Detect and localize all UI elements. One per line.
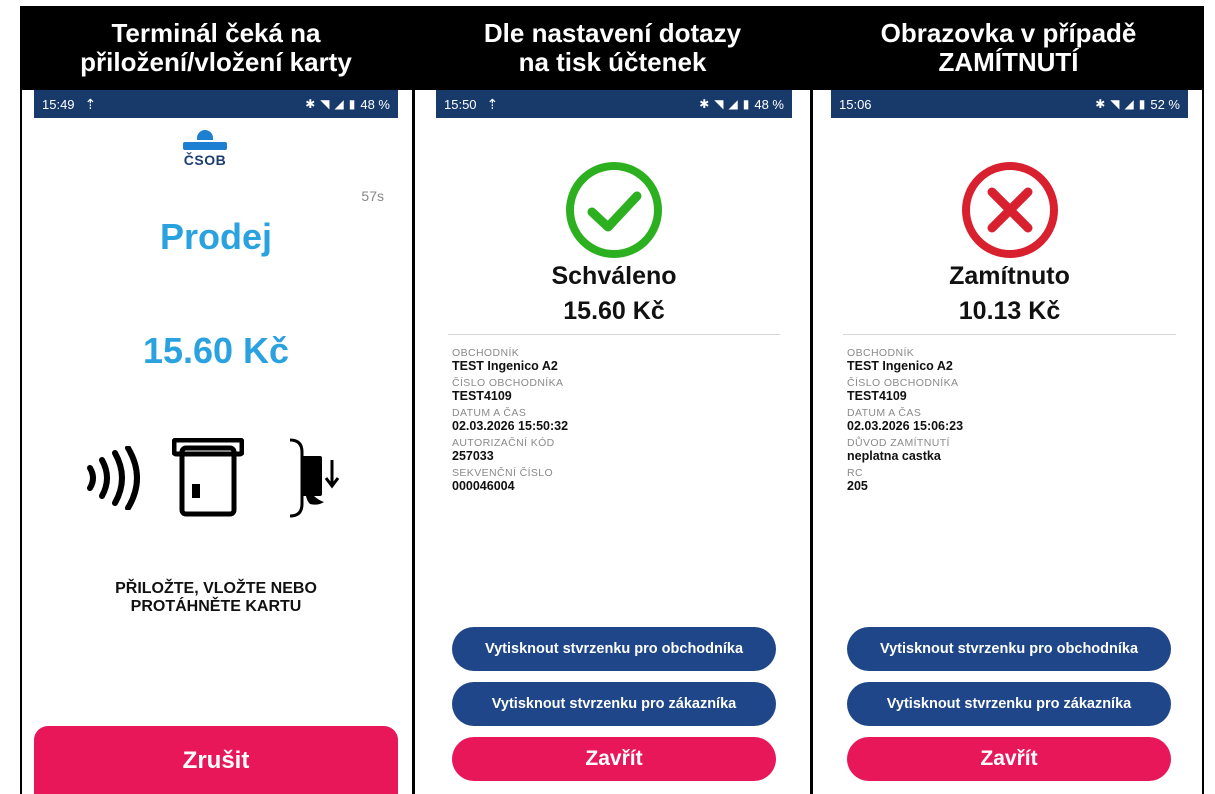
signal-icon: ◢ (334, 97, 345, 111)
header-line: Terminál čeká na (111, 18, 321, 48)
wifi-icon: ◥ (1110, 97, 1121, 111)
header-waiting-for-card: Terminál čeká na přiložení/vložení karty (20, 6, 412, 90)
header-line: ZAMÍTNUTÍ (938, 47, 1079, 77)
frame-left-border (20, 6, 22, 794)
divider (843, 334, 1176, 335)
screen-waiting-for-card: 15:49 ⇡ ✱ ◥ ◢ ▮ 48 % ČSOB 57s Prodej 15.… (34, 90, 398, 794)
csob-logo-icon: ČSOB (179, 130, 231, 170)
print-customer-receipt-button[interactable]: Vytisknout stvrzenku pro zákazníka (847, 682, 1171, 726)
print-merchant-receipt-button[interactable]: Vytisknout stvrzenku pro obchodníka (847, 627, 1171, 671)
card-methods-icons (34, 430, 398, 520)
field-value: 000046004 (452, 479, 515, 493)
field-label: OBCHODNÍK (847, 347, 915, 359)
field-value: 02.03.2026 15:50:32 (452, 419, 569, 433)
battery-percent: 52 % (1150, 96, 1180, 112)
upload-icon: ⇡ (486, 95, 499, 112)
battery-percent: 48 % (754, 96, 784, 112)
countdown-timer: 57s (361, 188, 384, 204)
field-value: TEST4109 (847, 389, 907, 403)
header-line: přiložení/vložení karty (80, 47, 352, 77)
field-label: DATUM A ČAS (452, 407, 527, 419)
field-value: 257033 (452, 449, 494, 463)
instruction-line: PŘILOŽTE, VLOŽTE NEBO (115, 580, 317, 597)
bluetooth-icon: ✱ (1095, 97, 1107, 111)
header-receipt-print: Dle nastavení dotazy na tisk účtenek (415, 6, 810, 90)
screen-declined: 15:06 ✱ ◥ ◢ ▮ 52 % Zamítnuto 10.13 Kč OB… (831, 90, 1188, 794)
battery-icon: ▮ (1138, 97, 1147, 111)
field-label: AUTORIZAČNÍ KÓD (452, 437, 555, 449)
field-label: DATUM A ČAS (847, 407, 922, 419)
header-declined: Obrazovka v případě ZAMÍTNUTÍ (813, 6, 1204, 90)
field-label: RC (847, 467, 863, 479)
status-time: 15:50 (444, 96, 477, 112)
x-circle-icon (961, 162, 1058, 258)
header-line: Obrazovka v případě (880, 18, 1137, 48)
result-title: Zamítnuto (949, 262, 1070, 290)
print-customer-receipt-button[interactable]: Vytisknout stvrzenku pro zákazníka (452, 682, 776, 726)
status-time: 15:49 (42, 96, 75, 112)
status-bar: 15:06 ✱ ◥ ◢ ▮ 52 % (831, 90, 1188, 118)
frame-divider (810, 6, 813, 794)
result-title: Schváleno (551, 262, 677, 290)
status-bar: 15:49 ⇡ ✱ ◥ ◢ ▮ 48 % (34, 90, 398, 118)
instruction-line: PROTÁHNĚTE KARTU (130, 598, 302, 615)
field-value: TEST Ingenico A2 (452, 359, 558, 373)
frame-right-border (1202, 6, 1204, 794)
bluetooth-icon: ✱ (305, 97, 317, 111)
battery-percent: 48 % (360, 96, 390, 112)
field-label: DŮVOD ZAMÍTNUTÍ (847, 437, 950, 449)
battery-icon: ▮ (348, 97, 357, 111)
field-value: neplatna castka (847, 449, 941, 463)
bluetooth-icon: ✱ (699, 97, 711, 111)
field-label: OBCHODNÍK (452, 347, 520, 359)
contactless-icon (87, 446, 140, 510)
transaction-amount: 10.13 Kč (958, 297, 1061, 325)
frame-divider (412, 6, 415, 794)
header-line: Dle nastavení dotazy (483, 18, 742, 48)
cancel-button[interactable]: Zrušit (34, 726, 398, 794)
close-button[interactable]: Zavřít (847, 737, 1171, 781)
upload-icon: ⇡ (84, 95, 97, 112)
status-time: 15:06 (839, 96, 872, 112)
card-swipe-icon (289, 438, 340, 518)
screen-approved: 15:50 ⇡ ✱ ◥ ◢ ▮ 48 % Schváleno 15.60 Kč … (436, 90, 792, 794)
header-line: na tisk účtenek (518, 47, 707, 77)
transaction-details: OBCHODNÍK TEST Ingenico A2 ČÍSLO OBCHODN… (452, 344, 752, 494)
field-value: TEST4109 (452, 389, 512, 403)
field-label: ČÍSLO OBCHODNÍKA (452, 377, 564, 389)
field-value: 205 (847, 479, 868, 493)
divider (448, 334, 780, 335)
transaction-amount: 15.60 Kč (563, 297, 665, 325)
field-value: TEST Ingenico A2 (847, 359, 953, 373)
card-insert-icon (172, 438, 244, 517)
field-label: ČÍSLO OBCHODNÍKA (847, 377, 959, 389)
field-value: 02.03.2026 15:06:23 (847, 419, 964, 433)
transaction-details: OBCHODNÍK TEST Ingenico A2 ČÍSLO OBCHODN… (847, 344, 1147, 494)
signal-icon: ◢ (1124, 97, 1135, 111)
wifi-icon: ◥ (714, 97, 725, 111)
check-circle-icon (566, 162, 662, 258)
transaction-amount: 15.60 Kč (142, 330, 290, 371)
close-button[interactable]: Zavřít (452, 737, 776, 781)
battery-icon: ▮ (742, 97, 751, 111)
instruction-text: PŘILOŽTE, VLOŽTE NEBO PROTÁHNĚTE KARTU (34, 580, 398, 616)
field-label: SEKVENČNÍ ČÍSLO (452, 467, 554, 479)
signal-icon: ◢ (728, 97, 739, 111)
status-bar: 15:50 ⇡ ✱ ◥ ◢ ▮ 48 % (436, 90, 792, 118)
transaction-type-title: Prodej (159, 216, 273, 257)
print-merchant-receipt-button[interactable]: Vytisknout stvrzenku pro obchodníka (452, 627, 776, 671)
comparison-grid: Terminál čeká na přiložení/vložení karty… (20, 6, 1204, 794)
logo-text: ČSOB (183, 152, 227, 168)
wifi-icon: ◥ (320, 97, 331, 111)
